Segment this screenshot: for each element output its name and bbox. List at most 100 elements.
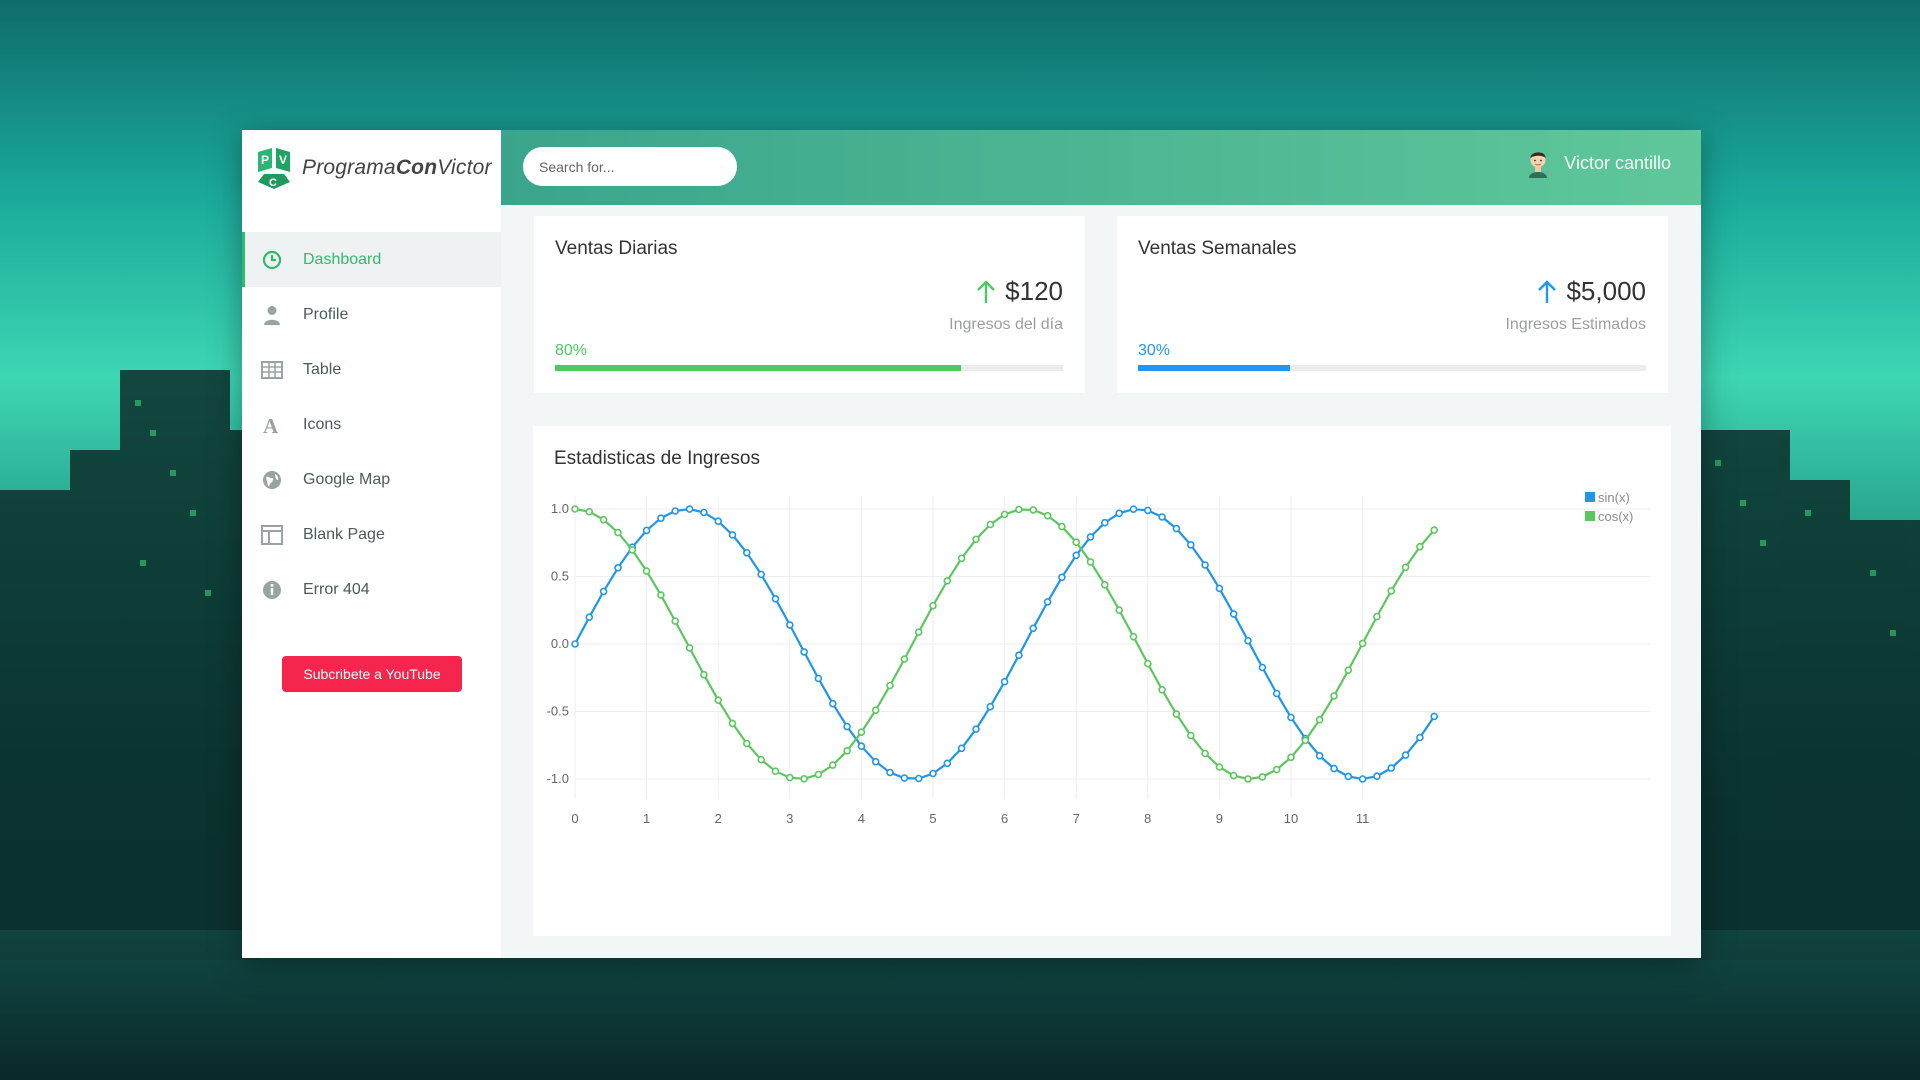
data-point-sin [1387,764,1396,772]
data-point-cos [1330,692,1338,700]
subscribe-youtube-button[interactable]: Subcribete a YouTube [282,656,462,692]
data-point-sin [700,508,708,517]
data-point-sin [1315,751,1324,760]
user-icon [261,304,283,326]
data-point-cos [1129,632,1138,641]
data-point-cos [972,535,980,544]
sidebar-item-table[interactable]: Table [242,342,501,397]
data-point-sin [1330,764,1338,773]
data-point-cos [828,761,837,769]
data-point-cos [1358,639,1367,648]
data-point-sin [1058,573,1066,582]
sidebar-item-profile[interactable]: Profile [242,287,501,342]
data-point-cos [771,767,780,776]
brand-logo[interactable]: P V C ProgramaConVictor [242,130,501,205]
info-icon [261,579,283,601]
y-tick-label: -0.5 [547,704,569,719]
data-point-cos [657,591,665,599]
sidebar-item-label: Icons [303,415,342,433]
sidebar-item-icons[interactable]: A Icons [242,397,501,452]
search-icon[interactable] [722,159,723,175]
data-point-cos [1315,715,1324,724]
data-point-sin [728,531,737,539]
data-point-sin [714,517,722,525]
data-point-cos [857,728,866,737]
data-point-cos [929,601,937,610]
data-point-sin [1072,551,1081,560]
data-point-cos [1301,736,1310,745]
sidebar-item-dashboard[interactable]: Dashboard [242,232,501,287]
x-tick-label: 2 [715,811,722,826]
data-point-cos [1186,731,1195,740]
sidebar-item-label: Table [303,360,342,378]
x-tick-label: 0 [571,811,578,826]
topbar: Victor cantillo [501,130,1701,205]
data-point-sin [1416,733,1424,742]
sidebar-item-blank-page[interactable]: Blank Page [242,507,501,562]
font-icon: A [261,414,283,436]
data-point-sin [657,514,665,522]
data-point-sin [1100,518,1109,527]
data-point-cos [1015,505,1023,514]
x-tick-label: 10 [1284,811,1298,826]
data-point-cos [743,739,751,748]
data-point-cos [571,505,579,513]
data-point-cos [1387,587,1396,595]
income-line-chart: 1.0 0.5 0.0 -0.5 -1.0 0 1 2 3 4 5 6 7 8 9 10 11 sin(x) cos… [547,490,1650,826]
data-point-cos [671,617,679,625]
data-point-sin [1344,772,1353,781]
data-point-cos [614,528,622,537]
data-point-cos [757,755,765,764]
data-point-cos [1272,765,1281,774]
user-name: Victor cantillo [1564,152,1671,173]
svg-text:C: C [269,177,277,189]
data-point-sin [1043,598,1052,606]
sidebar-item-label: Error 404 [303,580,370,598]
sidebar-item-error-404[interactable]: Error 404 [242,562,501,617]
data-point-cos [1229,771,1238,780]
data-point-cos [728,719,737,728]
search-box[interactable] [523,147,737,186]
x-tick-label: 8 [1144,811,1151,826]
data-point-sin [1015,651,1023,659]
search-input[interactable] [537,157,722,176]
data-point-cos [1373,612,1381,621]
data-point-cos [843,746,851,755]
data-point-cos [1215,763,1224,771]
data-point-sin [1401,751,1410,759]
data-point-cos [1000,510,1009,519]
svg-text:A: A [263,415,279,435]
sidebar-item-google-map[interactable]: Google Map [242,452,501,507]
data-point-cos [986,520,995,529]
data-point-cos [1072,538,1081,546]
legend-label: cos(x) [1598,509,1633,524]
data-point-sin [1358,775,1367,783]
data-point-sin [1373,772,1381,781]
data-point-cos [914,628,923,636]
data-point-sin [1272,689,1281,698]
card-title: Ventas Diarias [555,238,678,259]
y-tick-label: 0.0 [551,636,569,651]
data-point-cos [714,696,722,705]
user-menu[interactable]: Victor cantillo [1524,148,1671,178]
legend-label: sin(x) [1598,490,1630,505]
arrow-up-icon [977,279,996,303]
x-tick-label: 1 [643,811,650,826]
data-point-sin [1143,506,1152,515]
data-point-cos [1115,606,1124,614]
data-point-sin [671,507,679,515]
data-point-sin [642,526,651,535]
data-point-cos [957,554,966,563]
data-point-sin [800,648,808,656]
daily-sales-card: Ventas Diarias $120 Ingresos del día 80% [534,216,1085,393]
data-point-sin [1229,610,1238,618]
data-point-sin [599,587,608,596]
y-tick-label: 1.0 [551,501,569,516]
sidebar-item-label: Dashboard [303,250,382,268]
x-tick-label: 7 [1073,811,1080,826]
data-point-sin [1086,533,1095,541]
data-point-sin [1115,509,1124,518]
data-point-sin [1129,505,1138,513]
data-point-cos [642,567,651,575]
data-point-sin [914,774,923,783]
